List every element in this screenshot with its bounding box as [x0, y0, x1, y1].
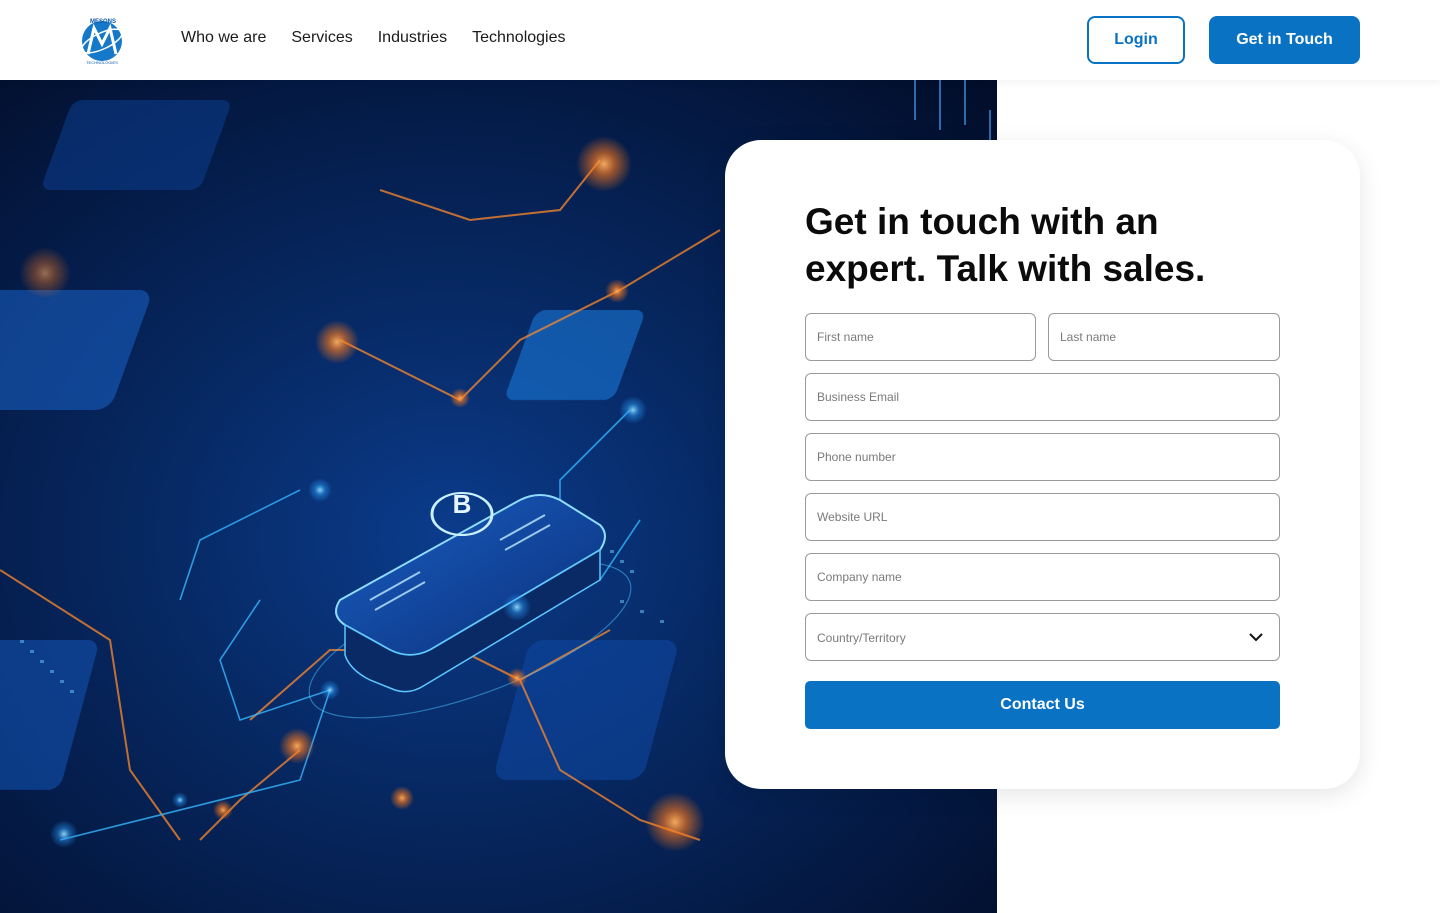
nav-item-services[interactable]: Services — [291, 27, 352, 49]
last-name-field[interactable] — [1048, 313, 1280, 361]
svg-text:MESONS: MESONS — [90, 19, 116, 25]
nav-item-industries[interactable]: Industries — [378, 27, 447, 49]
contact-us-button[interactable]: Contact Us — [805, 681, 1280, 729]
phone-number-field[interactable] — [805, 433, 1280, 481]
company-logo[interactable]: MESONS TECHNOLOGIES — [78, 14, 128, 66]
site-header: MESONS TECHNOLOGIES Who we are Services … — [0, 0, 1440, 80]
nav-item-who-we-are[interactable]: Who we are — [181, 27, 266, 49]
company-name-field[interactable] — [805, 553, 1280, 601]
get-in-touch-button[interactable]: Get in Touch — [1209, 16, 1360, 64]
svg-text:TECHNOLOGIES: TECHNOLOGIES — [86, 60, 118, 65]
form-title: Get in touch with an expert. Talk with s… — [805, 201, 1206, 289]
main-nav: Who we are Services Industries Technolog… — [181, 27, 566, 49]
business-email-field[interactable] — [805, 373, 1280, 421]
first-name-field[interactable] — [805, 313, 1036, 361]
svg-text:B: B — [453, 489, 472, 519]
nav-item-technologies[interactable]: Technologies — [472, 27, 565, 49]
login-button[interactable]: Login — [1087, 16, 1185, 64]
country-select[interactable]: Country/Territory — [805, 613, 1280, 661]
chevron-down-icon — [1249, 633, 1263, 642]
website-url-field[interactable] — [805, 493, 1280, 541]
country-select-value: Country/Territory — [817, 631, 906, 645]
contact-form-card: Get in touch with an expert. Talk with s… — [725, 140, 1360, 789]
logo-icon: MESONS TECHNOLOGIES — [81, 19, 123, 65]
